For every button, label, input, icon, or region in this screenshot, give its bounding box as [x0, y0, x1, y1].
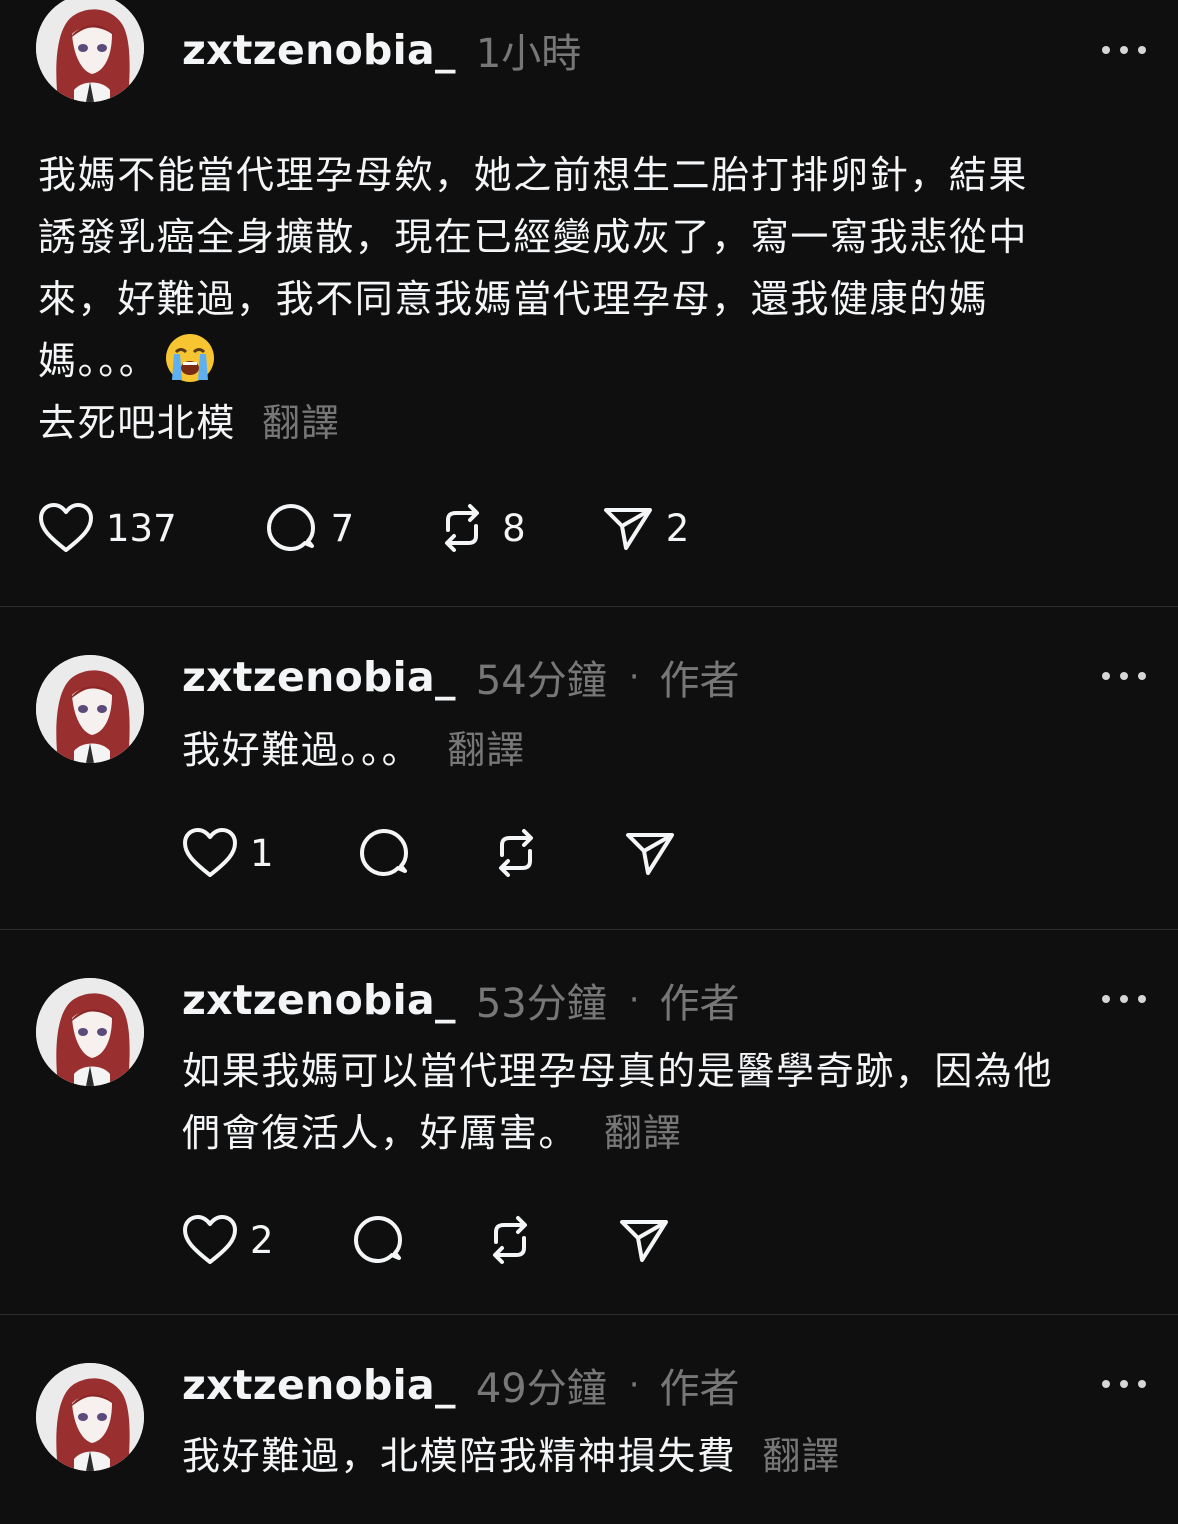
post-text-line-with-emoji: 媽。。。 [38, 330, 1028, 392]
translate-link[interactable]: 翻譯 [262, 401, 340, 445]
repost-button[interactable] [482, 1212, 538, 1268]
like-button[interactable]: 137 [38, 502, 177, 554]
post-text-line-last: 們會復活人，好厲害。 翻譯 [182, 1102, 1053, 1164]
avatar[interactable] [36, 0, 144, 102]
post-text-line: 如果我媽可以當代理孕母真的是醫學奇跡，因為他 [182, 1049, 1054, 1093]
username[interactable]: zxtzenobia_ [182, 26, 456, 74]
author-badge: 作者 [659, 981, 740, 1027]
avatar[interactable] [36, 978, 144, 1086]
share-count: 2 [665, 506, 690, 550]
reply-post: zxtzenobia_ 49分鐘 · 作者 我好難過，北模陪我精神損失費 翻譯 [0, 1315, 1178, 1524]
timestamp[interactable]: 1小時 [476, 21, 581, 79]
translate-link[interactable]: 翻譯 [604, 1111, 682, 1155]
repost-icon [445, 504, 480, 552]
separator-dot: · [628, 980, 640, 1020]
heart-icon [183, 828, 237, 877]
post-text: 如果我媽可以當代理孕母真的是醫學奇跡，因為他 們會復活人，好厲害。 翻譯 [182, 1040, 1053, 1164]
post-text-line: 們會復活人，好厲害。 [182, 1111, 579, 1155]
post-header: zxtzenobia_ 53分鐘 · 作者 [182, 970, 740, 1030]
reply-button[interactable] [350, 1212, 406, 1268]
username[interactable]: zxtzenobia_ [182, 976, 456, 1024]
action-bar: 137 7 8 2 [38, 498, 743, 558]
like-button[interactable]: 1 [182, 827, 274, 879]
post-text: 我好難過，北模陪我精神損失費 翻譯 [182, 1425, 840, 1487]
avatar-illustration [36, 655, 144, 763]
post-text-line: 媽。。。 [38, 339, 159, 383]
action-bar: 2 [182, 1210, 724, 1270]
heart-icon [183, 1215, 237, 1264]
reply-post: zxtzenobia_ 54分鐘 · 作者 我好難過。。。 翻譯 1 [0, 607, 1178, 929]
timestamp[interactable]: 53分鐘 [476, 971, 607, 1029]
timestamp[interactable]: 54分鐘 [476, 648, 607, 706]
username[interactable]: zxtzenobia_ [182, 1361, 456, 1409]
separator-dot: · [628, 657, 640, 697]
comment-icon [353, 1216, 402, 1263]
post-text-line-last: 我好難過。。。 翻譯 [182, 719, 525, 781]
reply-button[interactable]: 7 [263, 500, 355, 556]
repost-button[interactable]: 8 [434, 500, 526, 556]
reply-button[interactable] [356, 825, 412, 881]
post-text-line: 我好難過。。。 [182, 728, 422, 772]
more-options-icon[interactable] [1102, 670, 1146, 682]
avatar-illustration [36, 1363, 144, 1471]
post-header: zxtzenobia_ 54分鐘 · 作者 [182, 647, 740, 707]
like-count: 1 [250, 831, 274, 875]
post-header: zxtzenobia_ 49分鐘 · 作者 [182, 1355, 740, 1415]
reply-count: 7 [330, 506, 355, 550]
reply-post: zxtzenobia_ 53分鐘 · 作者 如果我媽可以當代理孕母真的是醫學奇跡… [0, 930, 1178, 1314]
send-icon [625, 833, 674, 875]
more-options-icon[interactable] [1102, 993, 1146, 1005]
send-icon [603, 508, 652, 550]
avatar[interactable] [36, 655, 144, 763]
translate-link[interactable]: 翻譯 [762, 1434, 840, 1478]
post-text: 我媽不能當代理孕母欸，她之前想生二胎打排卵針，結果 誘發乳癌全身擴散，現在已經變… [38, 144, 1028, 454]
share-button[interactable] [624, 827, 676, 879]
post-text-line-last: 我好難過，北模陪我精神損失費 翻譯 [182, 1425, 840, 1487]
more-options-icon[interactable] [1102, 1378, 1146, 1390]
avatar-illustration [36, 978, 144, 1086]
post-text-line: 我媽不能當代理孕母欸，她之前想生二胎打排卵針，結果 [38, 153, 1029, 197]
post-header: zxtzenobia_ 1小時 [182, 20, 581, 80]
separator-dot: · [628, 1365, 640, 1405]
send-icon [619, 1220, 668, 1262]
share-button[interactable]: 2 [602, 502, 690, 554]
username[interactable]: zxtzenobia_ [182, 653, 456, 701]
action-bar: 1 [182, 823, 730, 883]
like-button[interactable]: 2 [182, 1214, 274, 1266]
post-text-line: 去死吧北模 [38, 401, 237, 445]
post-text-line-last: 去死吧北模 翻譯 [38, 392, 1028, 454]
repost-icon [498, 829, 533, 877]
post-text: 我好難過。。。 翻譯 [182, 719, 525, 781]
post-text-line: 來，好難過，我不同意我媽當代理孕母，還我健康的媽 [38, 277, 989, 321]
share-button[interactable] [618, 1214, 670, 1266]
author-badge: 作者 [659, 1366, 740, 1412]
like-count: 137 [106, 506, 177, 550]
post-text-line: 誘發乳癌全身擴散，現在已經變成灰了，寫一寫我悲從中 [38, 215, 1029, 259]
like-count: 2 [250, 1218, 274, 1262]
repost-icon [492, 1216, 527, 1264]
comment-icon [359, 829, 408, 876]
main-post: zxtzenobia_ 1小時 我媽不能當代理孕母欸，她之前想生二胎打排卵針，結… [0, 0, 1178, 606]
repost-count: 8 [502, 506, 526, 550]
author-badge: 作者 [659, 658, 740, 704]
comment-icon [266, 504, 315, 551]
translate-link[interactable]: 翻譯 [447, 728, 525, 772]
avatar-illustration [36, 0, 144, 102]
heart-icon [39, 503, 93, 552]
repost-button[interactable] [488, 825, 544, 881]
more-options-icon[interactable] [1102, 44, 1146, 56]
timestamp[interactable]: 49分鐘 [476, 1356, 607, 1414]
avatar[interactable] [36, 1363, 144, 1471]
loudly-crying-face-icon [166, 334, 215, 382]
post-text-line: 我好難過，北模陪我精神損失費 [182, 1434, 737, 1478]
